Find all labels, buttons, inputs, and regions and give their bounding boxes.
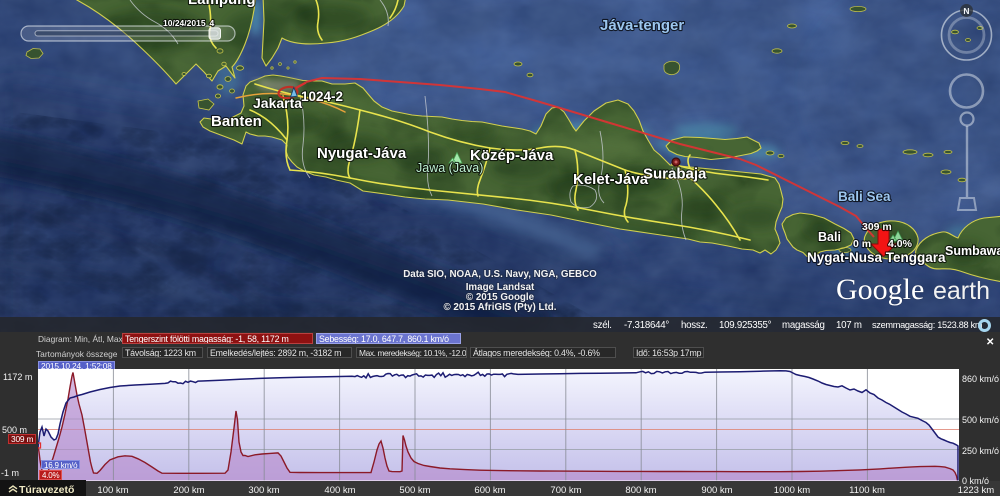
- svg-text:4: 4: [210, 18, 215, 28]
- svg-text:Bali: Bali: [818, 230, 841, 244]
- svg-text:N: N: [963, 6, 969, 16]
- svg-text:Surabaja: Surabaja: [643, 166, 707, 183]
- svg-text:Google: Google: [836, 273, 924, 306]
- svg-text:Bali Sea: Bali Sea: [838, 189, 891, 204]
- svg-text:Data SIO, NOAA, U.S. Navy, NGA: Data SIO, NOAA, U.S. Navy, NGA, GEBCO: [403, 269, 597, 280]
- svg-text:1024-2: 1024-2: [301, 89, 343, 104]
- svg-text:Jakarta: Jakarta: [253, 95, 302, 111]
- svg-text:Közép-Jáva: Közép-Jáva: [470, 147, 554, 164]
- svg-text:4.0%: 4.0%: [888, 238, 913, 250]
- svg-text:Kelet-Jáva: Kelet-Jáva: [573, 171, 649, 188]
- svg-text:Nygat-Nusa Tenggara: Nygat-Nusa Tenggara: [807, 250, 946, 265]
- svg-text:Banten: Banten: [211, 113, 262, 130]
- svg-text:309 m: 309 m: [862, 221, 892, 233]
- svg-text:Nyugat-Jáva: Nyugat-Jáva: [317, 145, 407, 162]
- svg-text:earth: earth: [933, 277, 990, 305]
- svg-text:Lampung: Lampung: [188, 0, 256, 8]
- svg-text:0 m: 0 m: [853, 238, 871, 250]
- svg-text:10/24/2015: 10/24/2015: [163, 18, 206, 28]
- svg-text:Sumbawa: Sumbawa: [945, 244, 1000, 258]
- svg-text:Jáva-tenger: Jáva-tenger: [600, 17, 684, 34]
- svg-text:© 2015 AfriGIS (Pty) Ltd.: © 2015 AfriGIS (Pty) Ltd.: [443, 302, 556, 313]
